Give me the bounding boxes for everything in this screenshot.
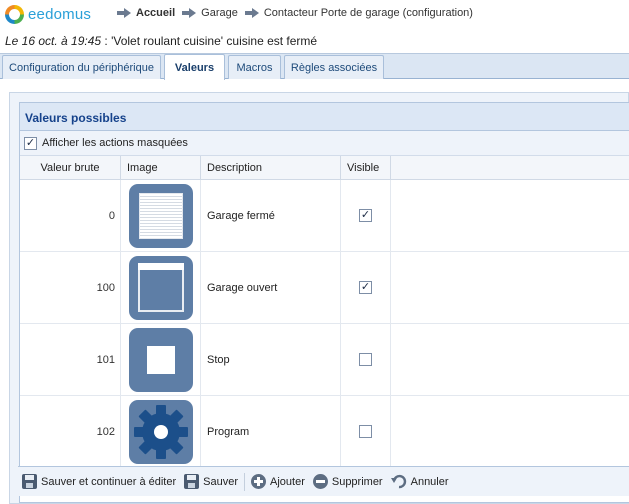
gear-icon[interactable] <box>128 399 193 464</box>
status-message: Le 16 oct. à 19:45 : 'Volet roulant cuis… <box>5 34 317 48</box>
description[interactable]: Garage ouvert <box>201 252 341 323</box>
save-button[interactable]: Sauver <box>180 474 242 489</box>
arrow-right-icon <box>117 8 131 18</box>
shutter-open-icon[interactable] <box>128 255 193 320</box>
grid-header: Valeur brute Image Description Visible <box>20 156 629 180</box>
raw-value[interactable]: 101 <box>20 324 121 395</box>
shutter-closed-icon[interactable] <box>128 183 193 248</box>
cancel-label: Annuler <box>410 475 449 488</box>
undo-icon <box>390 474 406 489</box>
visible-cell <box>341 324 391 395</box>
visible-checkbox[interactable] <box>359 425 372 438</box>
save-label: Sauver <box>203 475 238 488</box>
toolbar-separator <box>244 472 245 491</box>
tab-valeurs[interactable]: Valeurs <box>164 54 225 80</box>
visible-cell <box>341 396 391 467</box>
panel-title: Valeurs possibles <box>20 103 629 131</box>
column-header-image[interactable]: Image <box>121 156 201 179</box>
show-hidden-checkbox[interactable]: ✓ <box>24 136 37 150</box>
delete-button[interactable]: Supprimer <box>309 474 387 489</box>
description[interactable]: Program <box>201 396 341 467</box>
save-icon <box>22 474 37 489</box>
table-row[interactable]: 102 Program <box>20 396 629 468</box>
status-text: : 'Volet roulant cuisine' cuisine est fe… <box>101 34 318 48</box>
breadcrumb: Accueil Garage Contacteur Porte de garag… <box>117 7 480 19</box>
visible-checkbox[interactable]: ✓ <box>359 281 372 294</box>
add-button[interactable]: Ajouter <box>247 474 309 489</box>
visible-cell: ✓ <box>341 180 391 251</box>
delete-label: Supprimer <box>331 475 383 488</box>
raw-value[interactable]: 0 <box>20 180 121 251</box>
show-hidden-label[interactable]: Afficher les actions masquées <box>42 137 188 149</box>
content-area: Valeurs possibles ✓ Afficher les actions… <box>9 92 629 504</box>
visible-checkbox[interactable] <box>359 353 372 366</box>
image-cell[interactable] <box>121 396 201 467</box>
header: eedomus Accueil Garage Contacteur Porte … <box>0 0 629 29</box>
description[interactable]: Stop <box>201 324 341 395</box>
breadcrumb-current: Contacteur Porte de garage (configuratio… <box>263 7 473 19</box>
minus-icon <box>312 474 328 489</box>
image-cell[interactable] <box>121 180 201 251</box>
image-cell[interactable] <box>121 252 201 323</box>
add-label: Ajouter <box>270 475 305 488</box>
tab-bar: Configuration du périphérique Valeurs Ma… <box>0 53 629 80</box>
raw-value[interactable]: 102 <box>20 396 121 467</box>
arrow-right-icon <box>182 8 197 18</box>
breadcrumb-home[interactable]: Accueil <box>136 7 175 19</box>
column-header-description[interactable]: Description <box>201 156 341 179</box>
plus-icon <box>251 474 266 489</box>
values-panel: Valeurs possibles ✓ Afficher les actions… <box>19 102 629 503</box>
bottom-toolbar: Sauver et continuer à éditer Sauver Ajou… <box>18 466 629 496</box>
logo-text: eedomus <box>28 5 92 23</box>
column-header-visible[interactable]: Visible <box>341 156 391 179</box>
logo-ring-icon <box>5 4 24 24</box>
breadcrumb-room[interactable]: Garage <box>201 7 238 19</box>
tab-macros[interactable]: Macros <box>228 55 281 79</box>
save-icon <box>184 474 200 489</box>
table-row[interactable]: 100 Garage ouvert ✓ <box>20 252 629 324</box>
show-hidden-row: ✓ Afficher les actions masquées <box>20 131 629 156</box>
save-continue-button[interactable]: Sauver et continuer à éditer <box>18 474 180 489</box>
raw-value[interactable]: 100 <box>20 252 121 323</box>
visible-cell: ✓ <box>341 252 391 323</box>
image-cell[interactable] <box>121 324 201 395</box>
column-header-raw[interactable]: Valeur brute <box>20 156 121 179</box>
stop-icon[interactable] <box>128 327 193 392</box>
cancel-button[interactable]: Annuler <box>387 474 453 489</box>
tab-regles[interactable]: Règles associées <box>284 55 384 79</box>
visible-checkbox[interactable]: ✓ <box>359 209 372 222</box>
table-row[interactable]: 0 Garage fermé ✓ <box>20 180 629 252</box>
status-date: Le 16 oct. à 19:45 <box>5 34 102 48</box>
logo[interactable]: eedomus <box>5 4 91 24</box>
tab-configuration[interactable]: Configuration du périphérique <box>2 55 161 79</box>
save-continue-label: Sauver et continuer à éditer <box>41 475 177 488</box>
table-row[interactable]: 101 Stop <box>20 324 629 396</box>
arrow-right-icon <box>244 8 259 18</box>
description[interactable]: Garage fermé <box>201 180 341 251</box>
